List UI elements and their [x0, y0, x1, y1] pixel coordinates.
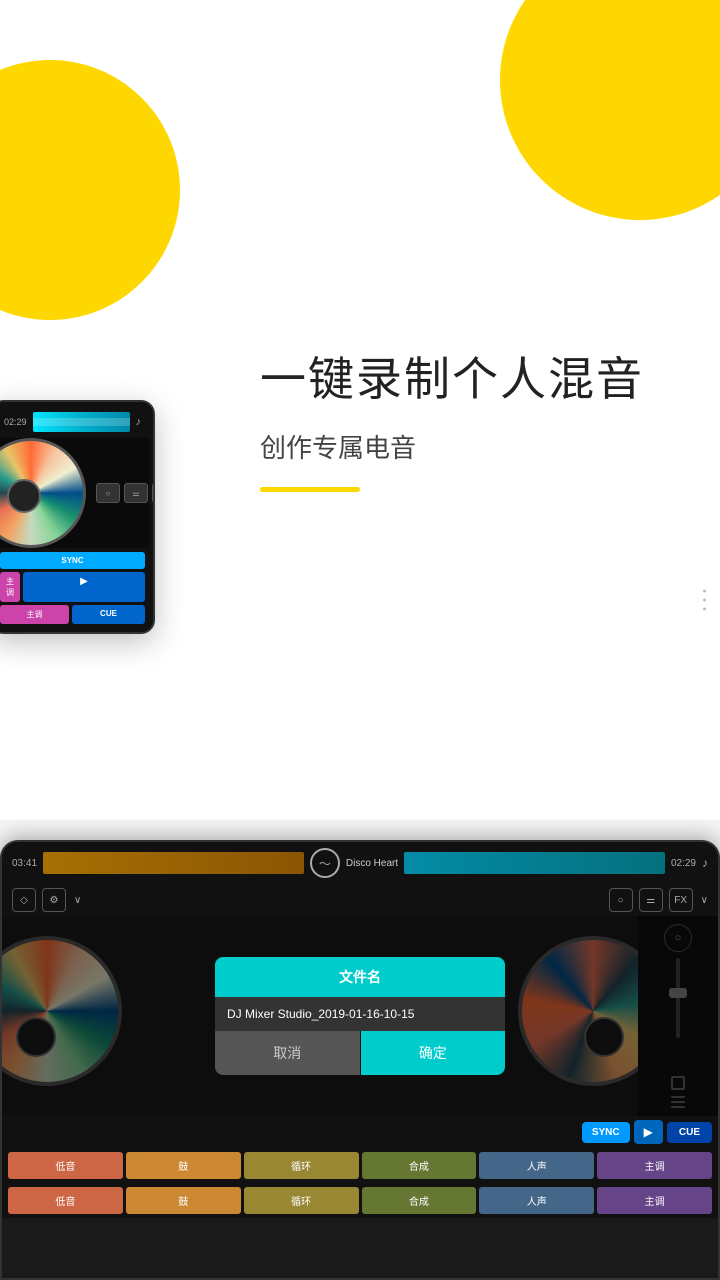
effects-grid-2: 低音鼓循环合成人声主调 — [2, 1183, 718, 1218]
effect-button-鼓[interactable]: 鼓 — [126, 1187, 241, 1214]
yellow-accent-line — [260, 487, 360, 492]
scroll-dot-3 — [703, 608, 706, 611]
scroll-dot-2 — [703, 599, 706, 602]
scroll-indicator — [703, 590, 706, 611]
effect-button-合成[interactable]: 合成 — [362, 1187, 477, 1214]
play-button[interactable]: ▶ — [23, 572, 145, 602]
eq-icon: ⚌ — [132, 489, 139, 498]
controls-right: ○ ⚌ FX — [96, 458, 155, 528]
fx-button[interactable]: FX — [152, 483, 155, 503]
turntable-area: ○ ⚌ FX — [0, 438, 149, 548]
time-display: 02:29 — [4, 417, 27, 427]
effect-button-低音[interactable]: 低音 — [8, 1187, 123, 1214]
chevron-down-icon[interactable]: ∨ — [74, 895, 81, 906]
top-section: 一键录制个人混音 创作专属电音 02:29 ♪ ○ — [0, 0, 720, 820]
effect-button-主调[interactable]: 主调 — [597, 1187, 712, 1214]
effect-button-循环[interactable]: 循环 — [244, 1152, 359, 1179]
mixer-sync-row: SYNC ▶ CUE — [2, 1116, 718, 1148]
mixer-waveform-left — [43, 852, 304, 874]
waveform-visual — [33, 412, 130, 432]
mixer-header: 03:41 〜 Disco Heart 02:29 ♪ — [2, 842, 718, 884]
bottom-section: 03:41 〜 Disco Heart 02:29 ♪ ◇ ⚙ ∨ ○ ⚌ — [0, 820, 720, 1280]
cancel-button[interactable]: 取消 — [215, 1031, 360, 1075]
mixer-time-left: 03:41 — [12, 858, 37, 869]
btn-row-cue: 主调 CUE — [0, 605, 145, 624]
dialog-box: 文件名 取消 确定 — [215, 957, 505, 1075]
confirm-button[interactable]: 确定 — [361, 1031, 506, 1075]
mixer-waveform-right — [404, 852, 665, 874]
pulse-icon: 〜 — [310, 848, 340, 878]
effect-button-人声[interactable]: 人声 — [479, 1187, 594, 1214]
loop-icon: ○ — [106, 489, 111, 498]
dialog-title: 文件名 — [215, 957, 505, 997]
ctrl-row-top: ○ ⚌ FX — [96, 458, 155, 528]
eq-button[interactable]: ⚌ — [124, 483, 148, 503]
title-area: 一键录制个人混音 创作专属电音 — [260, 350, 700, 492]
effect-button-人声[interactable]: 人声 — [479, 1152, 594, 1179]
mixer-main: ○ 文件名 — [2, 916, 718, 1116]
diamond-icon[interactable]: ◇ — [12, 888, 36, 912]
gear-symbol: ⚙ — [50, 895, 59, 906]
sub-title: 创作专属电音 — [260, 428, 700, 465]
turntable-center — [7, 479, 41, 513]
tablet-inner: 02:29 ♪ ○ ⚌ — [0, 402, 153, 632]
cue-button[interactable]: CUE — [72, 605, 145, 624]
cue-lg-button[interactable]: CUE — [667, 1122, 712, 1143]
effect-button-合成[interactable]: 合成 — [362, 1152, 477, 1179]
zhudiao2-button[interactable]: 主调 — [0, 605, 69, 624]
sync-button[interactable]: SYNC — [0, 552, 145, 569]
btn-row-play: 主调 ▶ — [0, 572, 145, 602]
effect-button-鼓[interactable]: 鼓 — [126, 1152, 241, 1179]
fx-icon-2[interactable]: FX — [669, 888, 693, 912]
filename-input[interactable] — [215, 997, 505, 1031]
chevron-right-icon[interactable]: ∨ — [701, 895, 708, 906]
main-title: 一键录制个人混音 — [260, 350, 700, 410]
sync-lg-button[interactable]: SYNC — [582, 1122, 630, 1143]
scroll-dot-1 — [703, 590, 706, 593]
loop-button[interactable]: ○ — [96, 483, 120, 503]
effect-button-低音[interactable]: 低音 — [8, 1152, 123, 1179]
play-lg-button[interactable]: ▶ — [634, 1120, 663, 1144]
btn-row-sync: SYNC — [0, 552, 145, 569]
pulse-symbol: 〜 — [319, 855, 331, 872]
effect-button-循环[interactable]: 循环 — [244, 1187, 359, 1214]
waveform-bar: 02:29 ♪ — [0, 406, 149, 438]
diamond-symbol: ◇ — [20, 895, 28, 906]
mixer-icons-row: ◇ ⚙ ∨ ○ ⚌ FX ∨ — [2, 884, 718, 916]
loop-symbol: ○ — [618, 895, 624, 906]
loop-icon-2[interactable]: ○ — [609, 888, 633, 912]
music-note-2-icon: ♪ — [702, 856, 708, 870]
gear-icon[interactable]: ⚙ — [42, 888, 66, 912]
eq-icon-2[interactable]: ⚌ — [639, 888, 663, 912]
mixer-time-right: 02:29 — [671, 858, 696, 869]
tablet-second: 03:41 〜 Disco Heart 02:29 ♪ ◇ ⚙ ∨ ○ ⚌ — [0, 840, 720, 1280]
eq-symbol: ⚌ — [646, 895, 655, 906]
mixer-track-name: Disco Heart — [346, 858, 398, 869]
fx-symbol: FX — [674, 895, 687, 906]
tablet-first: 02:29 ♪ ○ ⚌ — [0, 400, 155, 634]
dialog-buttons: 取消 确定 — [215, 1031, 505, 1075]
bottom-buttons: SYNC 主调 ▶ 主调 CUE — [0, 548, 149, 628]
dialog-overlay: 文件名 取消 确定 — [2, 916, 718, 1116]
effect-button-主调[interactable]: 主调 — [597, 1152, 712, 1179]
effects-grid-1: 低音鼓循环合成人声主调 — [2, 1148, 718, 1183]
turntable-disc — [0, 438, 86, 548]
music-note-icon: ♪ — [136, 416, 142, 428]
zhudiao1-button[interactable]: 主调 — [0, 572, 20, 602]
